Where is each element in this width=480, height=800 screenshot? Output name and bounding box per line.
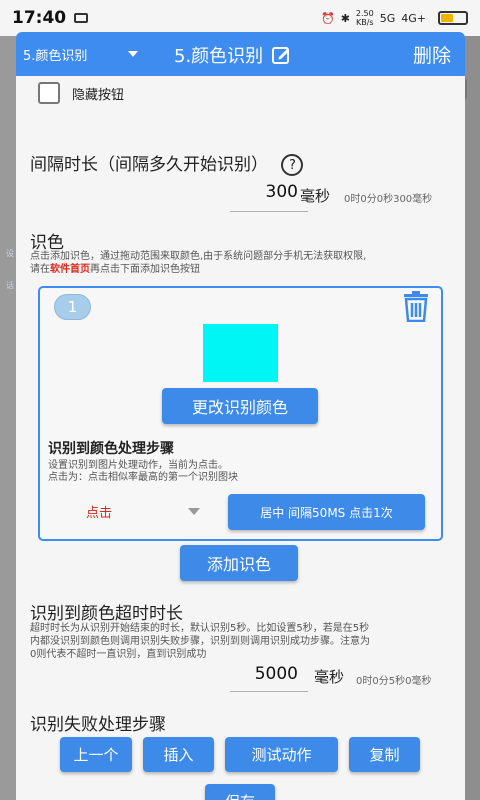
software-home-link[interactable]: 软件首页 [50, 264, 90, 275]
hide-button-checkbox[interactable] [38, 82, 60, 104]
net-speed: 2.50 KB/s [355, 9, 374, 27]
hide-button-label: 隐藏按钮 [72, 87, 125, 103]
status-icons: ⏰ ✱ 2.50 KB/s 5G 4G+ [321, 9, 468, 27]
alarm-icon: ⏰ [320, 11, 335, 25]
trash-icon[interactable] [401, 290, 431, 322]
color-index-badge: 1 [54, 294, 91, 320]
interval-unit: 毫秒 [300, 187, 331, 205]
timeout-title: 识别到颜色超时时长 [30, 604, 183, 624]
action-detail-button[interactable]: 居中 间隔50MS 点击1次 [228, 494, 425, 530]
prev-button[interactable]: 上一个 [60, 737, 132, 772]
status-bar: 17:40 ⏰ ✱ 2.50 KB/s 5G 4G+ [0, 0, 480, 36]
signal-4g-icon: 4G+ [401, 11, 426, 25]
success-steps-desc: 设置识别到图片处理动作，当前为点击。 点击为：点击相似率最高的第一个识别图块 [48, 460, 238, 483]
color-section-desc: 点击添加识色，通过拖动范围来取颜色,由于系统问题部分手机无法获取权限, 请在软件… [30, 251, 367, 275]
dialog-header: 5.颜色识别 5.颜色识别 删除 [16, 32, 465, 76]
color-item-card: 1 更改识别颜色 识别到颜色处理步骤 设置识别到图片处理动作，当前为点击。 点击… [38, 286, 443, 541]
help-icon[interactable]: ? [281, 154, 304, 176]
fail-steps-title: 识别失败处理步骤 [30, 715, 166, 735]
bluetooth-icon: ✱ [340, 11, 350, 25]
change-color-button[interactable]: 更改识别颜色 [162, 388, 318, 424]
action-type-select[interactable]: 点击 [86, 502, 112, 521]
interval-title: 间隔时长（间隔多久开始识别） [30, 155, 268, 175]
timeout-unit: 毫秒 [314, 668, 345, 686]
hide-button-row[interactable]: 隐藏按钮 [38, 82, 124, 104]
test-action-button[interactable]: 测试动作 [225, 737, 338, 772]
step-select-dropdown[interactable]: 5.颜色识别 [16, 45, 146, 64]
background-text: 设 [6, 249, 14, 258]
interval-duration: 0时0分0秒300毫秒 [344, 194, 433, 205]
interval-input[interactable]: 300 [230, 182, 308, 212]
save-button[interactable]: 保存 [205, 784, 275, 800]
delete-button[interactable]: 删除 [413, 41, 451, 68]
insert-button[interactable]: 插入 [143, 737, 214, 772]
color-recognition-dialog: 5.颜色识别 5.颜色识别 删除 隐藏按钮 间隔时长（间隔多久开始识别） ? 3… [16, 32, 465, 800]
success-steps-title: 识别到颜色处理步骤 [48, 441, 174, 457]
timeout-duration: 0时0分5秒0毫秒 [356, 676, 432, 687]
dialog-title-text: 5.颜色识别 [174, 46, 264, 67]
color-swatch[interactable] [203, 324, 278, 382]
battery-icon [438, 11, 468, 25]
chevron-down-icon [128, 51, 138, 57]
background-text: 话 [6, 281, 14, 290]
interval-title-row: 间隔时长（间隔多久开始识别） ? [30, 150, 304, 176]
timeout-desc: 超时时长为从识别开始结束的时长，默认识别5秒。比如设置5秒，若是在5秒 内都没识… [30, 623, 370, 660]
signal-5g-icon: 5G [379, 11, 396, 25]
step-select-value: 5.颜色识别 [23, 48, 88, 64]
edit-icon[interactable] [271, 45, 291, 65]
background-app: 设 话 [0, 36, 16, 800]
chevron-down-icon [188, 508, 200, 515]
copy-button[interactable]: 复制 [349, 737, 420, 772]
dialog-title[interactable]: 5.颜色识别 [174, 42, 291, 68]
timeout-input[interactable]: 5000 [230, 664, 308, 692]
add-color-button[interactable]: 添加识色 [180, 545, 298, 581]
status-time: 17:40 [12, 8, 67, 28]
sim-card-icon [74, 13, 89, 23]
